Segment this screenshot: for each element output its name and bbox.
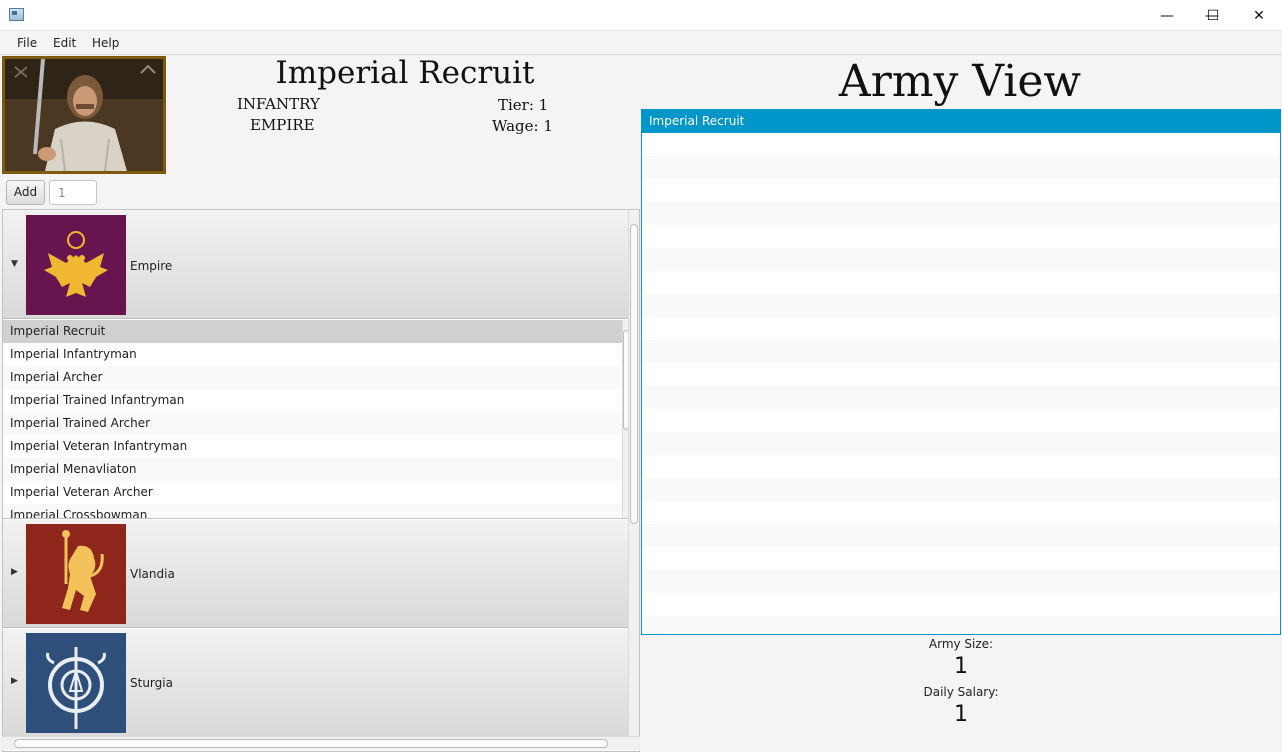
unit-faction: EMPIRE (250, 116, 315, 134)
unit-wage: Wage: 1 (492, 117, 553, 135)
empty-row (642, 524, 1280, 547)
add-button[interactable]: Add (6, 180, 45, 205)
minimize-button-area[interactable]: — (1144, 0, 1190, 31)
empty-row (642, 294, 1280, 317)
army-view-title: Army View (838, 56, 1082, 107)
empty-row (642, 432, 1280, 455)
faction-tree-hscrollbar[interactable] (2, 736, 640, 750)
unit-portrait (2, 56, 166, 174)
army-unit-list: Imperial Recruit (641, 109, 1281, 635)
faction-header-sturgia[interactable]: ▶ Sturgia (3, 629, 628, 737)
empty-row (642, 616, 1280, 634)
faction-name-empire: Empire (130, 259, 173, 273)
empty-row (642, 478, 1280, 501)
minimize-icon: — (1160, 7, 1174, 24)
list-item[interactable]: Imperial Recruit (642, 110, 1280, 133)
faction-name-vlandia: Vlandia (130, 567, 175, 581)
list-item[interactable]: Imperial Veteran Archer (3, 481, 622, 504)
empty-row (642, 156, 1280, 179)
empty-row (642, 248, 1280, 271)
knot-shield-icon (46, 647, 106, 729)
collapsed-arrow-icon[interactable]: ▶ (11, 567, 18, 577)
list-item[interactable]: Imperial Trained Archer (3, 412, 622, 435)
maximize-button[interactable]: ☐ (1190, 0, 1236, 31)
list-item[interactable]: Imperial Veteran Infantryman (3, 435, 622, 458)
army-size-label: Army Size: (928, 637, 994, 651)
list-item[interactable]: Imperial Crossbowman (3, 504, 622, 518)
lion-icon (62, 530, 104, 612)
close-button[interactable]: ✕ (1236, 0, 1282, 31)
quantity-input[interactable] (49, 180, 97, 205)
faction-tree-scrollbar[interactable] (628, 210, 639, 737)
scrollbar-thumb[interactable] (14, 739, 608, 748)
vlandia-banner (26, 524, 126, 624)
collapsed-arrow-icon[interactable]: ▶ (11, 676, 18, 686)
army-size-value: 1 (954, 654, 968, 679)
list-item[interactable]: Imperial Infantryman (3, 343, 622, 366)
empty-row (642, 340, 1280, 363)
expanded-arrow-icon[interactable]: ▼ (11, 259, 18, 269)
double-eagle-icon (44, 231, 108, 297)
empire-unit-list: Imperial Recruit Imperial Infantryman Im… (3, 320, 628, 519)
faction-tree: ▼ Empire Imperial Recruit Imperial Infan… (2, 209, 640, 752)
empire-banner (26, 215, 126, 315)
list-item[interactable]: Imperial Trained Infantryman (3, 389, 622, 412)
faction-name-sturgia: Sturgia (130, 676, 173, 690)
unit-type: INFANTRY (237, 95, 320, 113)
title-bar: — (0, 0, 1282, 31)
daily-salary-label: Daily Salary: (923, 685, 999, 699)
soldier-portrait (5, 59, 163, 171)
daily-salary-value: 1 (954, 702, 968, 727)
unit-name: Imperial Recruit (275, 55, 535, 91)
close-icon: ✕ (1253, 7, 1265, 24)
menu-help[interactable]: Help (92, 36, 119, 50)
empty-row (642, 386, 1280, 409)
menu-edit[interactable]: Edit (53, 36, 76, 50)
sturgia-banner (26, 633, 126, 733)
maximize-icon: ☐ (1206, 7, 1220, 24)
list-item[interactable]: Imperial Archer (3, 366, 622, 389)
list-item[interactable]: Imperial Recruit (3, 320, 622, 343)
faction-header-empire[interactable]: ▼ Empire (3, 210, 628, 319)
empty-row (642, 570, 1280, 593)
list-item[interactable]: Imperial Menavliaton (3, 458, 622, 481)
empty-row (642, 202, 1280, 225)
scrollbar-thumb[interactable] (630, 224, 638, 524)
unit-tier: Tier: 1 (498, 96, 549, 114)
menu-file[interactable]: File (17, 36, 37, 50)
app-icon (9, 8, 24, 21)
menu-bar: File Edit Help (0, 32, 1282, 55)
faction-header-vlandia[interactable]: ▶ Vlandia (3, 520, 628, 628)
